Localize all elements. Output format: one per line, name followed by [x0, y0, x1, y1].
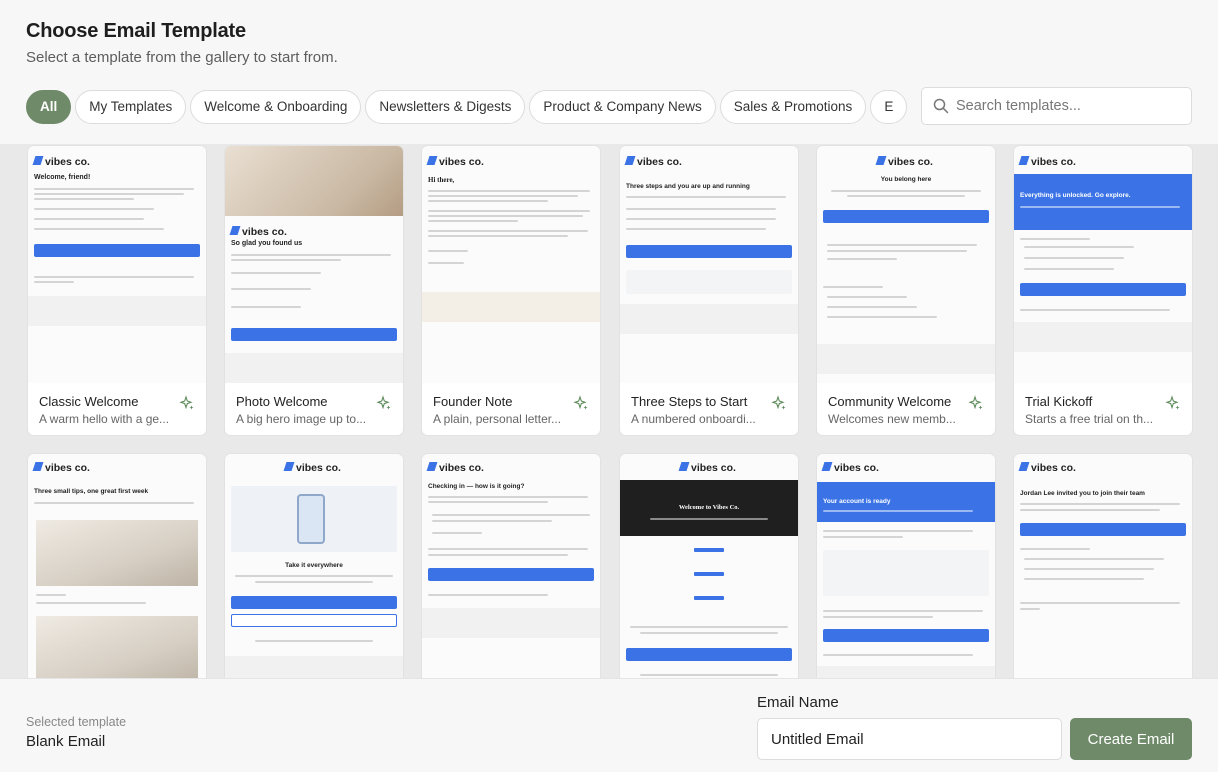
brand-logo: vibes co. [691, 462, 736, 474]
sparkle-icon[interactable] [968, 395, 984, 411]
template-preview: vibes co. You belong here [817, 146, 995, 383]
brand-logo: vibes co. [242, 226, 287, 238]
preview-heading: Hi there, [428, 176, 455, 184]
sparkle-icon[interactable] [179, 395, 195, 411]
search-input[interactable] [956, 88, 1186, 124]
preview-heading: Three steps and you are up and running [626, 183, 750, 190]
brand-logo: vibes co. [1031, 156, 1076, 168]
template-preview: vibes co. Hi there, [422, 146, 600, 383]
selected-template-value: Blank Email [26, 733, 106, 750]
template-preview: vibes co. Three steps and you are up and… [620, 146, 798, 383]
create-email-button[interactable]: Create Email [1070, 718, 1192, 760]
preview-heading: So glad you found us [231, 240, 303, 247]
template-name: Founder Note [433, 394, 513, 409]
preview-heading: You belong here [880, 176, 932, 183]
brand-logo: vibes co. [45, 462, 90, 474]
preview-heading: Everything is unlocked. Go explore. [1020, 192, 1131, 199]
hero-photo [225, 146, 403, 216]
brand-logo: vibes co. [888, 156, 933, 168]
page-title: Choose Email Template [26, 20, 246, 42]
email-name-input[interactable] [757, 718, 1062, 760]
template-preview: vibes co. Checking in — how is it going? [422, 454, 600, 678]
template-preview: vibes co. Welcome to Vibes Co. [620, 454, 798, 678]
filter-chip-newsletters-digests[interactable]: Newsletters & Digests [365, 90, 526, 124]
template-description: A plain, personal letter... [433, 412, 562, 426]
filter-chips: All My Templates Welcome & Onboarding Newsl… [26, 90, 909, 124]
preview-heading: Three small tips, one great first week [34, 488, 149, 495]
email-name-label: Email Name [757, 694, 839, 711]
template-card-row2-1[interactable]: vibes co. Three small tips, one great fi… [27, 453, 207, 678]
template-name: Classic Welcome [39, 394, 139, 409]
preview-heading: Take it everywhere [285, 562, 343, 569]
filter-chip-welcome-onboarding[interactable]: Welcome & Onboarding [190, 90, 362, 124]
sparkle-icon[interactable] [573, 395, 589, 411]
search-icon [933, 98, 949, 114]
preview-heading: Welcome, friend! [34, 174, 91, 181]
dialog-footer: Selected template Blank Email Email Name… [0, 678, 1218, 772]
template-description: A big hero image up to... [236, 412, 367, 426]
template-preview: vibes co. Your account is ready [817, 454, 995, 678]
sparkle-icon[interactable] [1165, 395, 1181, 411]
sparkle-icon[interactable] [376, 395, 392, 411]
template-card-classic-welcome[interactable]: vibes co. Welcome, friend! Classic Welco… [27, 145, 207, 436]
filter-chip-sales-promotions[interactable]: Sales & Promotions [719, 90, 867, 124]
filter-chip-product-company-news[interactable]: Product & Company News [529, 90, 716, 124]
preview-heading: Checking in — how is it going? [428, 483, 525, 490]
preview-heading: Jordan Lee invited you to join their tea… [1020, 490, 1145, 497]
template-name: Photo Welcome [236, 394, 328, 409]
sparkle-icon[interactable] [771, 395, 787, 411]
template-card-photo-welcome[interactable]: vibes co. So glad you found us Photo Wel… [224, 145, 404, 436]
template-card-trial-kickoff[interactable]: vibes co. Everything is unlocked. Go exp… [1013, 145, 1193, 436]
template-card-row2-6[interactable]: vibes co. Jordan Lee invited you to join… [1013, 453, 1193, 678]
page-subtitle: Select a template from the gallery to st… [26, 49, 338, 66]
tip-photo [36, 520, 198, 586]
template-preview: vibes co. Three small tips, one great fi… [28, 454, 206, 678]
filter-chip-my-templates[interactable]: My Templates [75, 90, 187, 124]
brand-logo: vibes co. [1031, 462, 1076, 474]
preview-heading: Welcome to Vibes Co. [678, 504, 740, 511]
template-preview: vibes co. Welcome, friend! [28, 146, 206, 383]
template-card-row2-3[interactable]: vibes co. Checking in — how is it going? [421, 453, 601, 678]
template-preview: vibes co. Everything is unlocked. Go exp… [1014, 146, 1192, 383]
filter-chip-all[interactable]: All [26, 90, 72, 124]
template-name: Trial Kickoff [1025, 394, 1093, 409]
brand-logo: vibes co. [637, 156, 682, 168]
brand-logo: vibes co. [439, 462, 484, 474]
template-description: A numbered onboardi... [631, 412, 756, 426]
template-description: Welcomes new memb... [828, 412, 956, 426]
template-preview: vibes co. Jordan Lee invited you to join… [1014, 454, 1192, 678]
template-card-founder-note[interactable]: vibes co. Hi there, Founder Note A plain… [421, 145, 601, 436]
tip-photo [36, 616, 198, 678]
brand-logo: vibes co. [296, 462, 341, 474]
brand-logo: vibes co. [45, 156, 90, 168]
template-card-row2-5[interactable]: vibes co. Your account is ready [816, 453, 996, 678]
template-grid: vibes co. Welcome, friend! Classic Welco… [0, 144, 1218, 678]
filter-chip-overflow[interactable]: E [870, 90, 908, 124]
template-card-three-steps[interactable]: vibes co. Three steps and you are up and… [619, 145, 799, 436]
search-box [921, 87, 1192, 125]
template-name: Three Steps to Start [631, 394, 748, 409]
dialog-header: Choose Email Template Select a template … [0, 0, 1218, 144]
template-card-community-welcome[interactable]: vibes co. You belong here Community Welc… [816, 145, 996, 436]
phone-icon [297, 494, 325, 544]
template-preview: vibes co. So glad you found us [225, 146, 403, 383]
brand-logo: vibes co. [834, 462, 879, 474]
preview-heading: Your account is ready [823, 498, 891, 505]
template-card-row2-4[interactable]: vibes co. Welcome to Vibes Co. [619, 453, 799, 678]
brand-logo: vibes co. [439, 156, 484, 168]
template-name: Community Welcome [828, 394, 952, 409]
selected-template-label: Selected template [26, 715, 127, 729]
template-description: A warm hello with a ge... [39, 412, 170, 426]
template-description: Starts a free trial on th... [1025, 412, 1154, 426]
template-preview: vibes co. Take it everywhere [225, 454, 403, 678]
template-card-row2-2[interactable]: vibes co. Take it everywhere [224, 453, 404, 678]
